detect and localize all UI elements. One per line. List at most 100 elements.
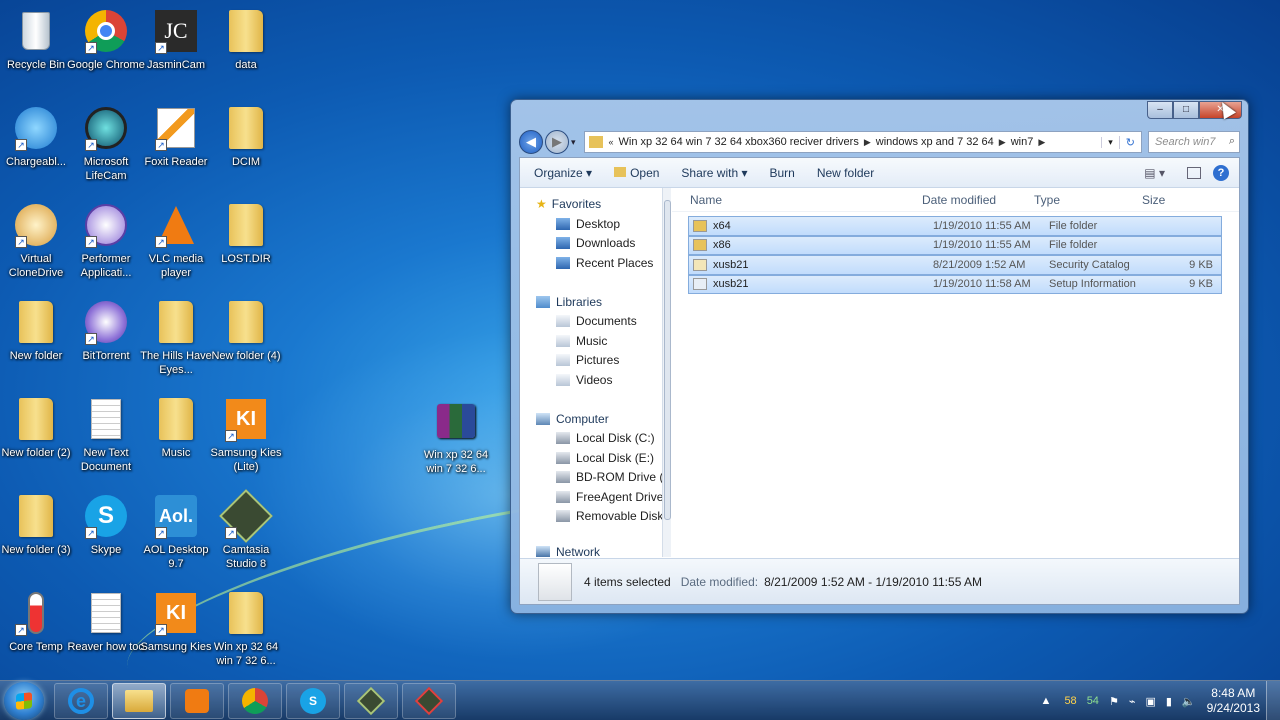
desktop-icon[interactable]: ↗ Virtual CloneDrive xyxy=(0,202,72,280)
nav-item[interactable]: Desktop xyxy=(520,214,662,234)
burn-button[interactable]: Burn xyxy=(769,166,794,180)
taskbar-button[interactable] xyxy=(170,683,224,719)
column-type[interactable]: Type xyxy=(1028,193,1136,207)
desktop-icon[interactable]: ↗ Microsoft LifeCam xyxy=(70,105,142,183)
nav-item[interactable]: Videos xyxy=(520,370,662,390)
action-center-icon[interactable]: ⚑ xyxy=(1109,695,1119,708)
folder-icon xyxy=(223,590,269,636)
desktop-icon[interactable]: JC ↗ JasminCam xyxy=(140,8,212,72)
desktop-icon[interactable]: Reaver how too xyxy=(67,590,145,654)
volume-icon[interactable]: 🔈 xyxy=(1182,695,1196,708)
help-icon[interactable]: ? xyxy=(1213,164,1229,181)
desktop-icon[interactable]: ↗ VLC media player xyxy=(140,202,212,280)
recent-pages-button[interactable]: ▾ xyxy=(571,137,576,148)
taskbar-button[interactable] xyxy=(112,683,166,719)
file-row[interactable]: x64 1/19/2010 11:55 AM File folder xyxy=(688,216,1222,236)
share-with-button[interactable]: Share with ▾ xyxy=(681,166,747,180)
breadcrumb-separator[interactable]: ▶ xyxy=(864,137,871,148)
desktop-icon[interactable]: LOST.DIR xyxy=(210,202,282,266)
refresh-button[interactable]: ↻ xyxy=(1118,135,1141,149)
desktop-icon[interactable]: DCIM xyxy=(210,105,282,169)
desktop-icon-winrar-archive[interactable]: Win xp 32 64 win 7 32 6... xyxy=(420,398,492,476)
camtasia-tray-icon[interactable]: ▣ xyxy=(1145,695,1155,708)
desktop-icon[interactable]: Aol. ↗ AOL Desktop 9.7 xyxy=(140,493,212,571)
nav-item[interactable]: Removable Disk ( xyxy=(520,507,662,527)
taskbar-button[interactable] xyxy=(402,683,456,719)
desktop-icon[interactable]: ↗ BitTorrent xyxy=(70,299,142,363)
desktop-icon[interactable]: Recycle Bin xyxy=(0,8,72,72)
desktop-icon[interactable]: New folder (4) xyxy=(210,299,282,363)
desktop-icon[interactable]: KI ↗ Samsung Kies xyxy=(140,590,212,654)
desktop-icon[interactable]: data xyxy=(210,8,282,72)
taskbar-button[interactable] xyxy=(228,683,282,719)
nav-favorites[interactable]: ★ Favorites xyxy=(520,194,662,214)
nav-item[interactable]: Music xyxy=(520,331,662,351)
desktop-icon[interactable]: New folder (3) xyxy=(0,493,72,557)
desktop-icon[interactable]: New folder xyxy=(0,299,72,363)
desktop-icon[interactable]: Music xyxy=(140,396,212,460)
taskbar-button[interactable]: S xyxy=(286,683,340,719)
clock[interactable]: 8:48 AM 9/24/2013 xyxy=(1207,686,1260,716)
file-row[interactable]: xusb21 8/21/2009 1:52 AM Security Catalog 9… xyxy=(688,255,1222,275)
nav-item[interactable]: FreeAgent Drive ( xyxy=(520,487,662,507)
breadcrumb-item[interactable]: win7 xyxy=(1011,136,1034,148)
nav-libraries[interactable]: Libraries xyxy=(520,292,662,312)
desktop-icon[interactable]: ↗ Performer Applicati... xyxy=(70,202,142,280)
new-folder-button[interactable]: New folder xyxy=(817,166,874,180)
column-name[interactable]: Name xyxy=(672,193,916,207)
desktop-icon[interactable]: ↗ Chargeabl... xyxy=(0,105,72,169)
folder-icon xyxy=(693,239,707,252)
taskbar-button[interactable]: e xyxy=(54,683,108,719)
show-desktop-button[interactable] xyxy=(1266,681,1280,720)
nav-item[interactable]: Local Disk (E:) xyxy=(520,448,662,468)
nav-item[interactable]: Pictures xyxy=(520,351,662,371)
organize-button[interactable]: Organize ▾ xyxy=(534,166,592,180)
nav-network[interactable]: Network xyxy=(520,542,662,557)
breadcrumb-item[interactable]: Win xp 32 64 win 7 32 64 xbox360 reciver… xyxy=(619,136,859,148)
desktop-icon[interactable]: ↗ Google Chrome xyxy=(67,8,145,72)
nav-computer[interactable]: Computer xyxy=(520,409,662,429)
desktop-icon[interactable]: New Text Document xyxy=(70,396,142,474)
explorer-window[interactable]: – □ ✕ ◀ ▶ ▾ « Win xp 32 64 win 7 32 64 x… xyxy=(510,99,1249,614)
minimize-button[interactable]: – xyxy=(1147,101,1173,119)
search-input[interactable]: Search win7 ⌕ xyxy=(1148,131,1240,153)
desktop-icon[interactable]: Win xp 32 64 win 7 32 6... xyxy=(210,590,282,668)
coretemp-tray-value[interactable]: 58 xyxy=(1064,695,1076,707)
desktop-icon[interactable]: ↗ Core Temp xyxy=(0,590,72,654)
change-view-button[interactable]: ▤ ▾ xyxy=(1144,166,1165,180)
file-row[interactable]: x86 1/19/2010 11:55 AM File folder xyxy=(688,235,1222,255)
usb-device-icon[interactable]: ⌁ xyxy=(1129,695,1136,708)
nav-pane-scrollbar[interactable] xyxy=(662,188,671,557)
desktop-icon[interactable]: ↗ Camtasia Studio 8 xyxy=(210,489,282,571)
nav-item[interactable]: Documents xyxy=(520,312,662,332)
desktop-icon[interactable]: The Hills Have Eyes... xyxy=(140,299,212,377)
breadcrumb-item[interactable]: windows xp and 7 32 64 xyxy=(876,136,994,148)
nav-item[interactable]: Downloads xyxy=(520,234,662,254)
desktop-icon[interactable]: KI ↗ Samsung Kies (Lite) xyxy=(210,396,282,474)
taskbar-button[interactable] xyxy=(344,683,398,719)
nav-item[interactable]: Recent Places xyxy=(520,253,662,273)
address-bar[interactable]: « Win xp 32 64 win 7 32 64 xbox360 reciv… xyxy=(583,131,1142,153)
desktop-icon[interactable]: S ↗ Skype xyxy=(70,493,142,557)
open-button[interactable]: Open xyxy=(614,166,659,180)
breadcrumb-separator[interactable]: ▶ xyxy=(999,137,1006,148)
show-hidden-icons-button[interactable]: ▲ xyxy=(1041,695,1052,707)
breadcrumb-separator[interactable]: ▶ xyxy=(1038,137,1045,148)
scroll-thumb[interactable] xyxy=(664,200,671,520)
column-date-modified[interactable]: Date modified xyxy=(916,193,1028,207)
nav-item[interactable]: BD-ROM Drive (F xyxy=(520,468,662,488)
coretemp-tray-value[interactable]: 54 xyxy=(1087,695,1099,707)
nav-item[interactable]: Local Disk (C:) xyxy=(520,429,662,449)
column-size[interactable]: Size xyxy=(1136,193,1196,207)
back-button[interactable]: ◀ xyxy=(519,130,543,154)
breadcrumb-overflow[interactable]: « xyxy=(609,137,614,147)
file-row[interactable]: xusb21 1/19/2010 11:58 AM Setup Informatio… xyxy=(688,274,1222,294)
address-dropdown-button[interactable]: ▾ xyxy=(1101,136,1119,148)
start-button[interactable] xyxy=(4,682,44,720)
preview-pane-button[interactable] xyxy=(1187,166,1201,179)
forward-button[interactable]: ▶ xyxy=(545,130,569,154)
desktop-icon[interactable]: ↗ Foxit Reader xyxy=(140,105,212,169)
maximize-button[interactable]: □ xyxy=(1173,101,1199,119)
desktop-icon[interactable]: New folder (2) xyxy=(0,396,72,460)
network-signal-icon[interactable]: ▮ xyxy=(1166,695,1172,708)
